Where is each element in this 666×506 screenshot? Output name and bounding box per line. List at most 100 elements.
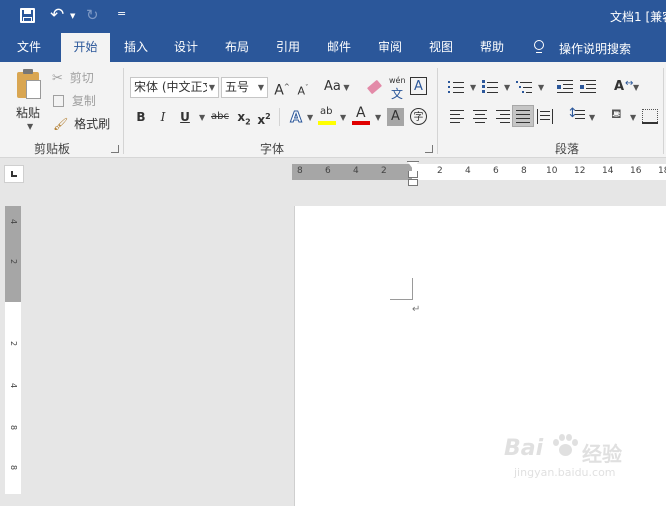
align-center-button[interactable] <box>472 109 488 123</box>
font-name-value: 宋体 (中文正文 <box>134 80 215 94</box>
font-name-combo[interactable]: 宋体 (中文正文 ▼ <box>130 77 219 98</box>
highlight-dropdown-icon[interactable]: ▼ <box>340 113 346 122</box>
multilevel-list-dropdown-icon[interactable]: ▼ <box>538 83 544 92</box>
chevron-down-icon: ▼ <box>257 83 264 92</box>
undo-icon[interactable]: ↶ <box>50 5 64 25</box>
tab-file[interactable]: 文件 <box>6 33 52 62</box>
justify-icon <box>516 109 532 123</box>
paragraph-mark: ↵ <box>412 304 421 315</box>
format-painter-button[interactable]: 🖌 格式刷 <box>53 115 110 133</box>
baidu-logo-text: Bai <box>504 436 544 461</box>
tab-help[interactable]: 帮助 <box>470 33 514 62</box>
font-color-button[interactable]: A <box>351 105 371 128</box>
line-spacing-dropdown-icon[interactable]: ▼ <box>589 113 595 122</box>
italic-button[interactable]: I <box>153 107 173 127</box>
borders-icon <box>642 122 658 124</box>
tell-me-search[interactable]: 操作说明搜索 <box>559 40 631 57</box>
font-size-combo[interactable]: 五号 ▼ <box>221 77 268 98</box>
ruler-bar: 8 6 4 2 2 4 6 8 10 12 14 16 18 <box>0 158 666 186</box>
highlighter-icon: ab <box>320 106 333 117</box>
text-effects-dropdown-icon[interactable]: ▼ <box>307 113 313 122</box>
tab-references[interactable]: 引用 <box>266 33 310 62</box>
tab-layout[interactable]: 布局 <box>215 33 259 62</box>
copy-button[interactable]: 复制 <box>53 92 96 110</box>
font-color-dropdown-icon[interactable]: ▼ <box>375 113 381 122</box>
clipboard-launcher-icon[interactable] <box>111 145 119 153</box>
tab-design[interactable]: 设计 <box>164 33 208 62</box>
asian-layout-button[interactable]: A ↔ <box>612 77 634 97</box>
align-center-icon <box>472 109 488 123</box>
phonetic-bottom: 文 <box>391 87 404 101</box>
align-left-button[interactable] <box>450 109 466 123</box>
numbering-button[interactable] <box>482 79 502 95</box>
superscript-button[interactable]: x2 <box>254 107 274 127</box>
vertical-ruler[interactable]: 4 2 2 4 8 8 <box>5 206 21 494</box>
ruler-tick: 2 <box>381 166 387 176</box>
distributed-button[interactable] <box>537 109 555 124</box>
ruler-tick: 10 <box>546 166 558 176</box>
align-left-icon <box>450 109 466 123</box>
tab-insert[interactable]: 插入 <box>114 33 158 62</box>
paint-bucket-icon: ⛾ <box>611 107 622 122</box>
strikethrough-button[interactable]: abc <box>208 107 232 127</box>
underline-button[interactable]: U <box>175 107 195 127</box>
bullets-button[interactable] <box>448 79 468 95</box>
phonetic-guide-button[interactable]: wén 文 <box>387 74 407 101</box>
enclose-characters-button[interactable]: 字 <box>410 108 427 125</box>
customize-quick-access-button[interactable]: = <box>117 7 126 20</box>
redo-icon[interactable]: ↻ <box>86 5 99 25</box>
shading-button[interactable]: ⛾ <box>608 106 628 128</box>
borders-button[interactable] <box>642 109 658 124</box>
change-case-label: Aa <box>324 79 341 94</box>
group-divider <box>123 68 124 154</box>
shrink-font-button[interactable]: Aˇ <box>293 78 313 98</box>
character-border-label: A <box>414 79 423 94</box>
bold-button[interactable]: B <box>131 107 151 127</box>
character-shading-button[interactable]: A <box>387 108 404 126</box>
underline-dropdown-icon[interactable]: ▼ <box>199 113 205 122</box>
asian-layout-dropdown-icon[interactable]: ▼ <box>633 83 639 92</box>
bullets-dropdown-icon[interactable]: ▼ <box>470 83 476 92</box>
multilevel-list-button[interactable] <box>516 79 536 95</box>
font-size-value: 五号 <box>225 80 250 94</box>
change-case-button[interactable]: Aa ▼ <box>324 78 350 97</box>
lightbulb-icon[interactable] <box>533 40 545 54</box>
decrease-indent-button[interactable] <box>557 79 575 95</box>
justify-button[interactable] <box>512 105 534 127</box>
align-right-button[interactable] <box>494 109 510 123</box>
tab-selector[interactable] <box>4 165 24 183</box>
increase-indent-button[interactable] <box>580 79 598 95</box>
ruler-tick: 2 <box>437 166 443 176</box>
ruler-tick: 18 <box>658 166 666 176</box>
save-icon[interactable] <box>20 8 35 23</box>
chevron-down-icon: ▼ <box>206 78 215 97</box>
highlight-button[interactable]: ab <box>317 106 337 128</box>
numbering-dropdown-icon[interactable]: ▼ <box>504 83 510 92</box>
group-divider <box>663 68 664 154</box>
margin-corner-mark <box>390 278 413 300</box>
font-launcher-icon[interactable] <box>425 145 433 153</box>
document-page[interactable]: ↵ Bai 经验 jingyan.baidu.com <box>294 206 666 506</box>
clear-formatting-button[interactable] <box>364 77 384 97</box>
tab-home[interactable]: 开始 <box>61 33 110 62</box>
left-indent-marker[interactable] <box>408 179 418 186</box>
paragraph-group-label: 段落 <box>555 142 580 156</box>
line-spacing-button[interactable]: ↕ <box>567 106 587 125</box>
undo-dropdown-icon[interactable]: ▼ <box>70 12 75 20</box>
grow-font-button[interactable]: A^ <box>272 77 292 99</box>
cut-button[interactable]: ✂ 剪切 <box>52 69 94 88</box>
tab-view[interactable]: 视图 <box>419 33 463 62</box>
character-border-button[interactable]: A <box>410 77 427 95</box>
ruler-tick: 4 <box>465 166 471 176</box>
paste-label: 粘贴 <box>16 106 41 120</box>
text-effects-button[interactable]: A <box>286 107 306 127</box>
tab-mailings[interactable]: 邮件 <box>317 33 361 62</box>
decrease-indent-icon <box>557 80 573 94</box>
tab-review[interactable]: 审阅 <box>368 33 412 62</box>
paste-button[interactable]: 粘贴 ▼ <box>12 69 48 134</box>
first-line-indent-outline <box>407 161 419 169</box>
horizontal-ruler[interactable]: 8 6 4 2 2 4 6 8 10 12 14 16 18 <box>292 164 666 180</box>
hanging-indent-marker[interactable] <box>408 171 418 178</box>
subscript-button[interactable]: x2 <box>234 107 254 127</box>
shading-dropdown-icon[interactable]: ▼ <box>630 113 636 122</box>
